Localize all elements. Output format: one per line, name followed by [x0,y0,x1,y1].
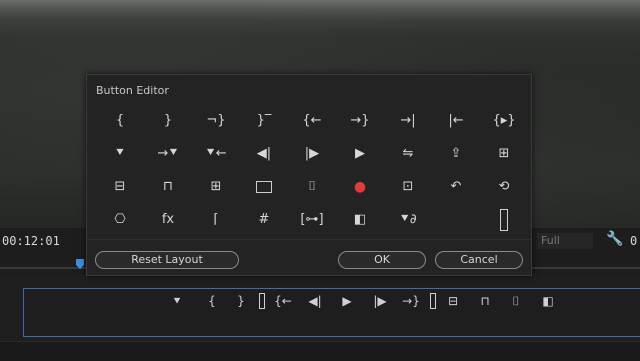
trim-icon[interactable]: ⌈ [201,208,231,232]
bar-extract-icon[interactable]: ⊓ [474,292,496,310]
go-to-in-icon[interactable]: {← [297,109,327,133]
insert-icon[interactable]: ⊞ [201,175,231,199]
playhead-timecode[interactable]: 00:12:01 [2,234,60,248]
bar-go-to-in-icon[interactable]: {← [272,292,294,310]
link-marker-icon[interactable]: ⯆∂ [393,208,423,232]
go-to-previous-marker-icon[interactable]: ⯆← [201,142,231,166]
lift-icon[interactable]: ⊟ [105,175,135,199]
bar-mark-in-icon[interactable]: { [201,292,223,310]
mark-clip-icon[interactable]: ¬} [201,109,231,133]
step-forward-icon[interactable]: |▶ [297,142,327,166]
duration-timecode: 0 [630,234,638,248]
add-marker-icon[interactable]: }‾ [249,109,279,133]
go-to-next-edit-icon[interactable]: →| [393,109,423,133]
spacer-icon[interactable] [489,208,519,232]
bar-lift-icon[interactable]: ⊟ [442,292,464,310]
bar-mark-out-icon[interactable]: } [230,292,252,310]
loop-icon[interactable]: ⟲ [489,175,519,199]
overwrite-icon[interactable]: ⊞ [489,142,519,166]
ok-button[interactable]: OK [338,251,426,269]
reset-layout-button[interactable]: Reset Layout [95,251,239,269]
mark-out-icon[interactable]: } [153,109,183,133]
bar-comparison-view-icon[interactable]: ◧ [537,292,559,310]
empty-slot [441,208,471,232]
go-to-out-icon[interactable]: →} [345,109,375,133]
shuttle-icon[interactable]: ⇋ [393,142,423,166]
button-editor-dialog: Button Editor {} ¬} }‾ {← →} →| |← {▸} ⯆ →⯆ ⯆← ◀| |▶… [86,74,532,276]
step-back-icon[interactable]: ◀| [249,142,279,166]
undo-icon[interactable]: ↶ [441,175,471,199]
camera-icon[interactable]: ⌷ [297,175,327,199]
proxy-toggle-icon[interactable]: [⊶] [297,208,327,232]
bar-step-forward-icon[interactable]: |▶ [369,292,391,310]
play-stop-icon[interactable]: ▶ [345,142,375,166]
go-to-next-marker-icon[interactable]: →⯆ [153,142,183,166]
record-icon[interactable]: ● [345,175,375,199]
global-fx-mute-icon[interactable]: fx [153,208,183,232]
extract-icon[interactable]: ⊓ [153,175,183,199]
play-in-to-out-icon[interactable]: {▸} [489,109,519,133]
go-to-previous-edit-icon[interactable]: |← [441,109,471,133]
vr-video-icon[interactable]: ⎔ [105,208,135,232]
dialog-divider [87,239,531,240]
resolution-select[interactable]: Full [537,233,593,249]
bar-spacer-icon[interactable] [251,292,273,310]
settings-wrench-icon[interactable]: 🔧 [606,231,623,247]
comparison-view-icon[interactable]: ◧ [345,208,375,232]
cancel-button[interactable]: Cancel [435,251,523,269]
bar-camera-icon[interactable]: ⌷ [505,292,527,310]
export-frame-icon[interactable]: ⇪ [441,142,471,166]
bar-play-stop-icon[interactable]: ▶ [336,292,358,310]
bar-add-marker-icon[interactable]: ⯆ [166,292,188,310]
dialog-title: Button Editor [96,84,169,97]
guides-icon[interactable]: # [249,208,279,232]
multi-camera-icon[interactable]: ⊡ [393,175,423,199]
bar-go-to-out-icon[interactable]: →} [400,292,422,310]
bottom-panel-strip [0,341,640,361]
monitor-button-bar: ⯆ {} {← ◀| ▶ |▶ →} ⊟ ⊓ ⌷ ◧ [23,288,640,337]
bar-step-back-icon[interactable]: ◀| [304,292,326,310]
safe-margins-icon[interactable] [249,175,279,199]
mark-in-icon[interactable]: { [105,109,135,133]
bar-spacer-icon[interactable] [422,292,444,310]
add-marker-drop-icon[interactable]: ⯆ [105,142,135,166]
